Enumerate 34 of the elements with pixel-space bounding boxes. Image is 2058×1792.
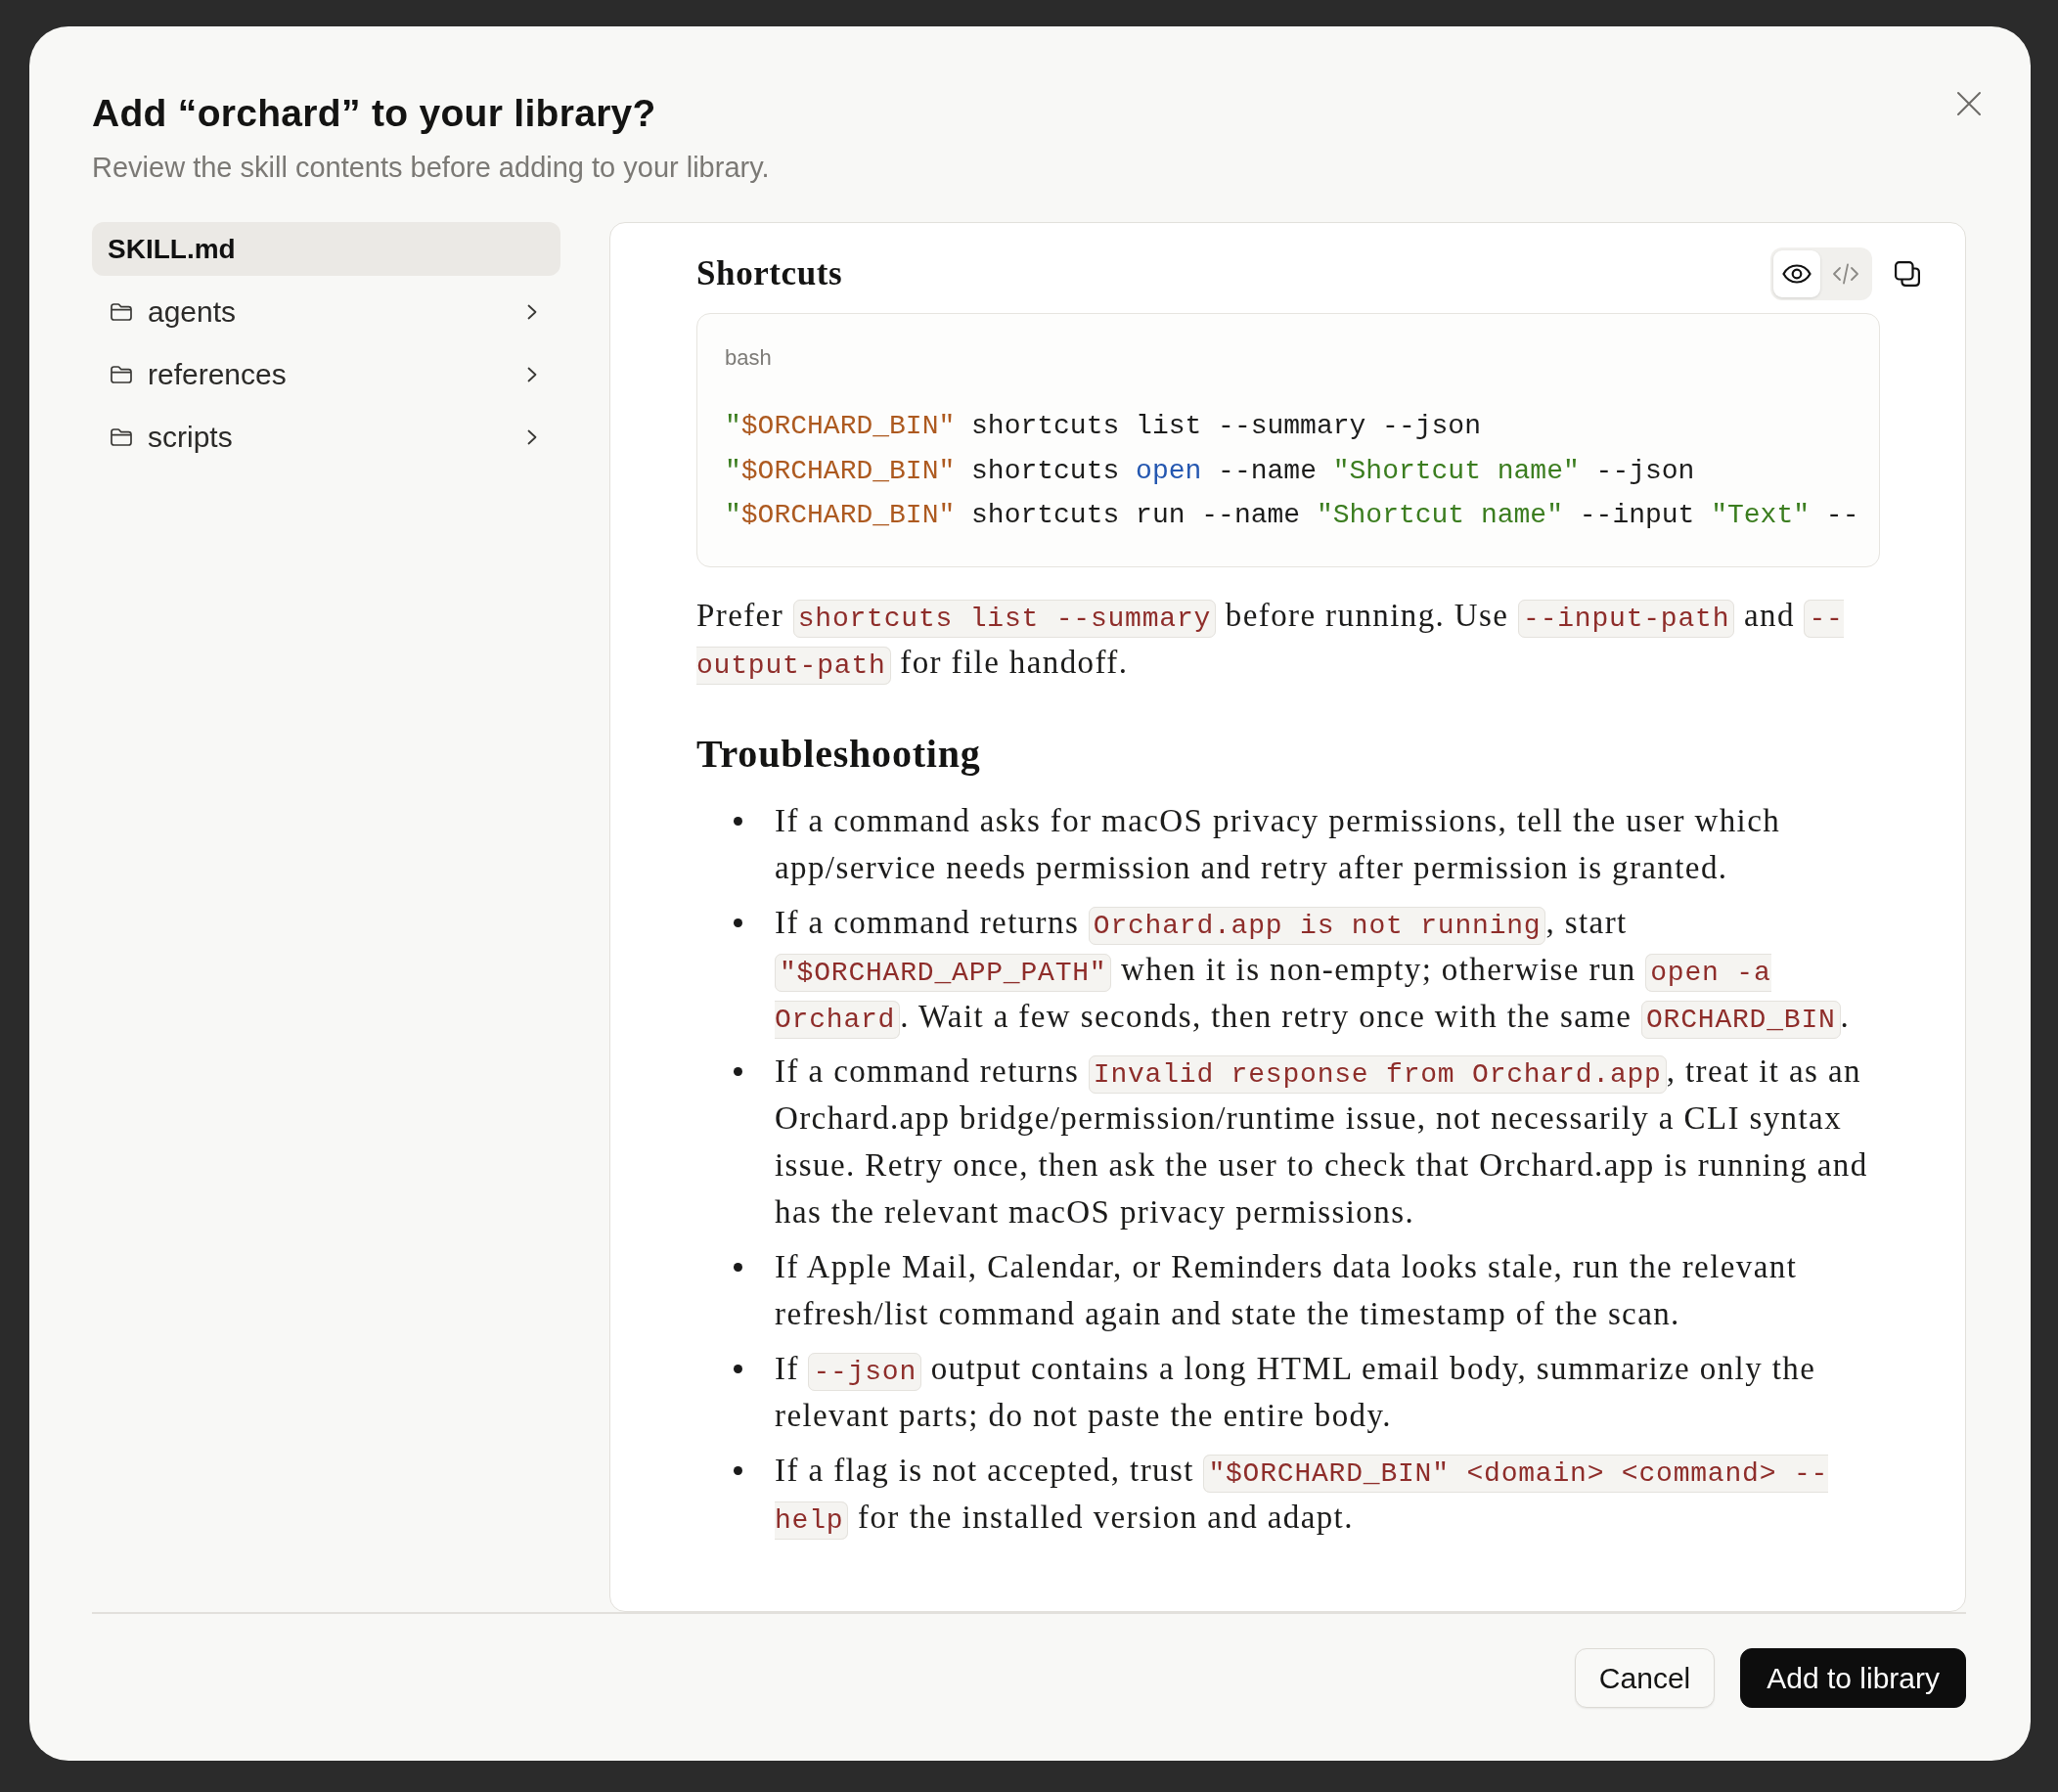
copy-icon xyxy=(1895,261,1920,287)
sidebar-item[interactable]: references xyxy=(92,347,560,401)
sidebar-item[interactable]: agents xyxy=(92,285,560,338)
section-heading: Shortcuts xyxy=(696,253,843,294)
code-icon xyxy=(1832,263,1859,285)
bullet-icon xyxy=(734,1066,742,1076)
bullet-icon xyxy=(734,918,742,927)
sidebar-item[interactable]: scripts xyxy=(92,410,560,464)
folder-icon xyxy=(111,427,132,446)
code-line: "$ORCHARD_BIN" shortcuts open --name "Shortcut name" --json xyxy=(725,454,1696,488)
code-line: "$ORCHARD_BIN" shortcuts run --name "Shortcut name" --input "Text" -- xyxy=(725,499,1860,532)
close-button[interactable] xyxy=(1956,91,1982,116)
bullet-icon xyxy=(734,1364,742,1373)
bullet-icon xyxy=(734,1262,742,1272)
folder-icon xyxy=(111,365,132,383)
code-language-label: bash xyxy=(725,344,773,372)
code-line: "$ORCHARD_BIN" shortcuts list --summary --json xyxy=(725,410,1482,443)
add-to-library-button[interactable]: Add to library xyxy=(1740,1648,1966,1708)
list-item-text: If --json output contains a long HTML email body, summarize only the relevant parts; do not paste the entire body. xyxy=(775,1349,1817,1435)
list-item-text: If a command returns Invalid response from Orchard.app, treat it as an Orchard.app bridge/permission/runtime issue, not necessarily a CLI syntax issue. Retry once, then ask the user to check that Orchard.app is running and has the relevant macOS privacy permissions. xyxy=(775,1052,1869,1232)
sidebar-item[interactable]: SKILL.md xyxy=(92,222,560,276)
cancel-button[interactable]: Cancel xyxy=(1574,1648,1716,1708)
eye-icon xyxy=(1782,264,1812,284)
dialog-title: Add “orchard” to your library? xyxy=(92,91,657,136)
list-item-text: If Apple Mail, Calendar, or Reminders data looks stale, run the relevant refresh/list command again and state the timestamp of the scan. xyxy=(775,1247,1799,1333)
dialog-subtitle: Review the skill contents before adding to your library. xyxy=(92,151,770,185)
section-heading: Troubleshooting xyxy=(696,730,981,778)
close-icon xyxy=(1956,91,1982,116)
preview-toggle[interactable] xyxy=(1773,250,1820,297)
bullet-icon xyxy=(734,1465,742,1475)
folder-icon xyxy=(111,302,132,321)
bullet-icon xyxy=(734,816,742,826)
copy-button[interactable] xyxy=(1895,261,1920,287)
list-item-text: If a command asks for macOS privacy permissions, tell the user which app/service needs permission and retry after permission is granted. xyxy=(775,801,1782,887)
